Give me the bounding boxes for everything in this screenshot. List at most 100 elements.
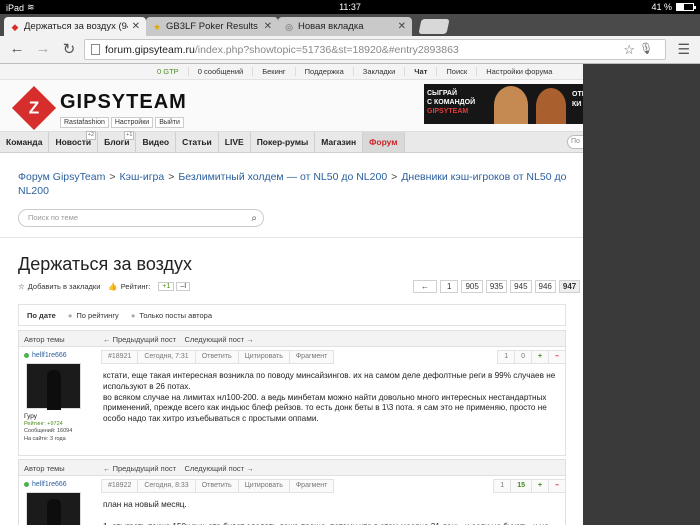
logout-link[interactable]: Выйти <box>155 117 184 128</box>
topic-meta: ☆ Добавить в закладки 👍 Рейтинг: +1 –I <box>18 282 191 291</box>
bookmark-star-icon[interactable]: ☆ <box>18 282 25 291</box>
post-author[interactable]: hellf1re666 <box>24 481 67 488</box>
gtp-balance-link[interactable]: 0 GTP <box>148 67 188 76</box>
nav-forum[interactable]: Форум <box>363 132 405 152</box>
downvote-button[interactable]: – <box>548 350 566 364</box>
author-info: Гуру Рейтинг: +9724 Сообщений: 16094 На … <box>24 413 72 443</box>
pager-page[interactable]: 945 <box>510 280 532 293</box>
next-post-link[interactable]: Следующий пост → <box>184 464 253 473</box>
pager-page[interactable]: 946 <box>534 280 556 293</box>
page-background-gutter <box>583 64 700 525</box>
nav-live[interactable]: LIVE <box>219 132 251 152</box>
upvote-button[interactable]: + <box>531 479 550 493</box>
topic-search-placeholder: Поиск по теме <box>28 213 79 222</box>
browser-tab[interactable]: ◎ Новая вкладка ✕ <box>278 17 412 36</box>
settings-link[interactable]: Настройки <box>110 117 154 128</box>
messages-link[interactable]: 0 сообщений <box>187 67 253 76</box>
pager-page[interactable]: 905 <box>461 280 483 293</box>
browser-tab[interactable]: ★ GB3LF Poker Results and ✕ <box>146 17 278 36</box>
search-link[interactable]: Поиск <box>436 67 476 76</box>
nav-video[interactable]: Видео <box>136 132 177 152</box>
author-messages: Сообщений: 16094 <box>24 428 73 434</box>
forward-arrow-icon[interactable]: → <box>34 40 52 57</box>
rating-minus-button[interactable]: –I <box>176 282 191 291</box>
quote-button[interactable]: Цитировать <box>237 350 290 364</box>
pager-page[interactable]: 1 <box>440 280 459 293</box>
sort-by-date[interactable]: По дате <box>27 311 56 320</box>
url-host: forum.gipsyteam.ru <box>105 43 195 56</box>
add-bookmark-link[interactable]: Добавить в закладки <box>28 282 101 291</box>
breadcrumb-cash[interactable]: Кэш-игра <box>119 171 164 183</box>
site-search-input[interactable]: По <box>567 135 583 149</box>
pager-current-page[interactable]: 947 <box>558 280 581 293</box>
banner-line1: СЫГРАЙ <box>427 90 458 97</box>
nav-poker-rooms[interactable]: Покер-румы <box>251 132 316 152</box>
new-tab-button[interactable] <box>418 19 450 34</box>
upvote-button[interactable]: + <box>531 350 550 364</box>
fragment-button[interactable]: Фрагмент <box>288 479 335 493</box>
bookmarks-link[interactable]: Закладки <box>352 67 404 76</box>
post-date: Сегодня, 8:33 <box>137 479 196 493</box>
post-nav: ← Предыдущий пост Следующий пост → <box>103 335 254 344</box>
microphone-icon[interactable]: 🎙 <box>639 42 653 55</box>
rating-plus-button[interactable]: +1 <box>158 282 175 291</box>
post-number[interactable]: #18922 <box>101 479 139 493</box>
tab-title: Держаться за воздух (947) <box>24 21 128 32</box>
forum-settings-link[interactable]: Настройки форума <box>476 67 561 76</box>
browser-tab-active[interactable]: ◆ Держаться за воздух (947) ✕ <box>4 17 146 36</box>
post-number[interactable]: #18921 <box>101 350 139 364</box>
support-link[interactable]: Поддержка <box>294 67 353 76</box>
topic-search-input[interactable]: Поиск по теме ⌕ <box>18 209 264 227</box>
chat-link[interactable]: Чат <box>404 67 436 76</box>
banner-player-photo <box>536 88 566 124</box>
reload-icon[interactable]: ↻ <box>60 40 78 58</box>
user-box: Rastafashion Настройки Выйти <box>60 117 184 128</box>
breadcrumb: Форум GipsyTeam > Кэш-игра > Безлимитный хол… <box>18 171 567 197</box>
nav-articles[interactable]: Статьи <box>176 132 219 152</box>
next-post-link[interactable]: Следующий пост → <box>184 335 253 344</box>
menu-icon[interactable]: ☰ <box>677 41 690 58</box>
post-header: Автор темы ← Предыдущий пост Следующий п… <box>19 331 565 347</box>
post-author[interactable]: hellf1re666 <box>24 352 67 359</box>
search-icon[interactable]: ⌕ <box>251 211 257 227</box>
back-arrow-icon[interactable]: ← <box>8 40 26 57</box>
reply-button[interactable]: Ответить <box>194 350 239 364</box>
sort-author-only[interactable]: Только посты автора <box>139 311 212 320</box>
close-tab-icon[interactable]: ✕ <box>132 21 140 32</box>
battery-percent: 41 % <box>651 2 672 12</box>
pager-page[interactable]: 935 <box>485 280 508 293</box>
address-bar[interactable]: forum.gipsyteam.ru/index.php?showtopic=5… <box>84 39 666 60</box>
username-link[interactable]: Rastafashion <box>60 117 109 128</box>
breadcrumb-forum[interactable]: Форум GipsyTeam <box>18 171 105 183</box>
nav-news[interactable]: Новости +2 <box>49 131 99 152</box>
prev-post-link[interactable]: ← Предыдущий пост <box>103 335 176 344</box>
bookmark-star-icon[interactable]: ☆ <box>623 42 635 58</box>
post-header: Автор темы ← Предыдущий пост Следующий п… <box>19 460 565 476</box>
sort-by-rating[interactable]: По рейтингу <box>76 311 118 320</box>
reply-button[interactable]: Ответить <box>194 479 239 493</box>
close-tab-icon[interactable]: ✕ <box>264 21 272 32</box>
quote-button[interactable]: Цитировать <box>237 479 290 493</box>
backing-link[interactable]: Бекинг <box>252 67 294 76</box>
url-path: /index.php?showtopic=51736&st=18920&#ent… <box>194 43 459 56</box>
thumbs-up-icon: 👍 <box>108 282 118 291</box>
pager-prev-button[interactable]: ← <box>413 280 437 293</box>
close-tab-icon[interactable]: ✕ <box>398 21 406 32</box>
breadcrumb-nlhe[interactable]: Безлимитный холдем — от NL50 до NL200 <box>178 171 387 183</box>
brand-name[interactable]: GIPSYTEAM <box>60 91 187 114</box>
nav-shop[interactable]: Магазин <box>315 132 364 152</box>
fragment-button[interactable]: Фрагмент <box>288 350 335 364</box>
avatar[interactable] <box>26 363 81 410</box>
nav-team[interactable]: Команда <box>0 132 50 152</box>
post-body: план на новый месяц. 1. отыграть также 1… <box>103 500 549 525</box>
downvote-button[interactable]: – <box>548 479 566 493</box>
page-title: Держаться за воздух <box>18 254 193 274</box>
pagination: ← 1 905 935 945 946 947 <box>413 280 581 293</box>
promo-banner[interactable]: СЫГРАЙ С КОМАНДОЙ GIPSYTEAM ОТК КИ <box>424 84 583 124</box>
browser-toolbar: ← → ↻ forum.gipsyteam.ru/index.php?showt… <box>0 36 700 64</box>
prev-post-link[interactable]: ← Предыдущий пост <box>103 464 176 473</box>
avatar[interactable] <box>26 492 81 525</box>
post-nav: ← Предыдущий пост Следующий пост → <box>103 464 254 473</box>
gipsyteam-logo[interactable]: Z <box>11 85 57 131</box>
nav-blogs[interactable]: Блоги +1 <box>98 131 137 152</box>
